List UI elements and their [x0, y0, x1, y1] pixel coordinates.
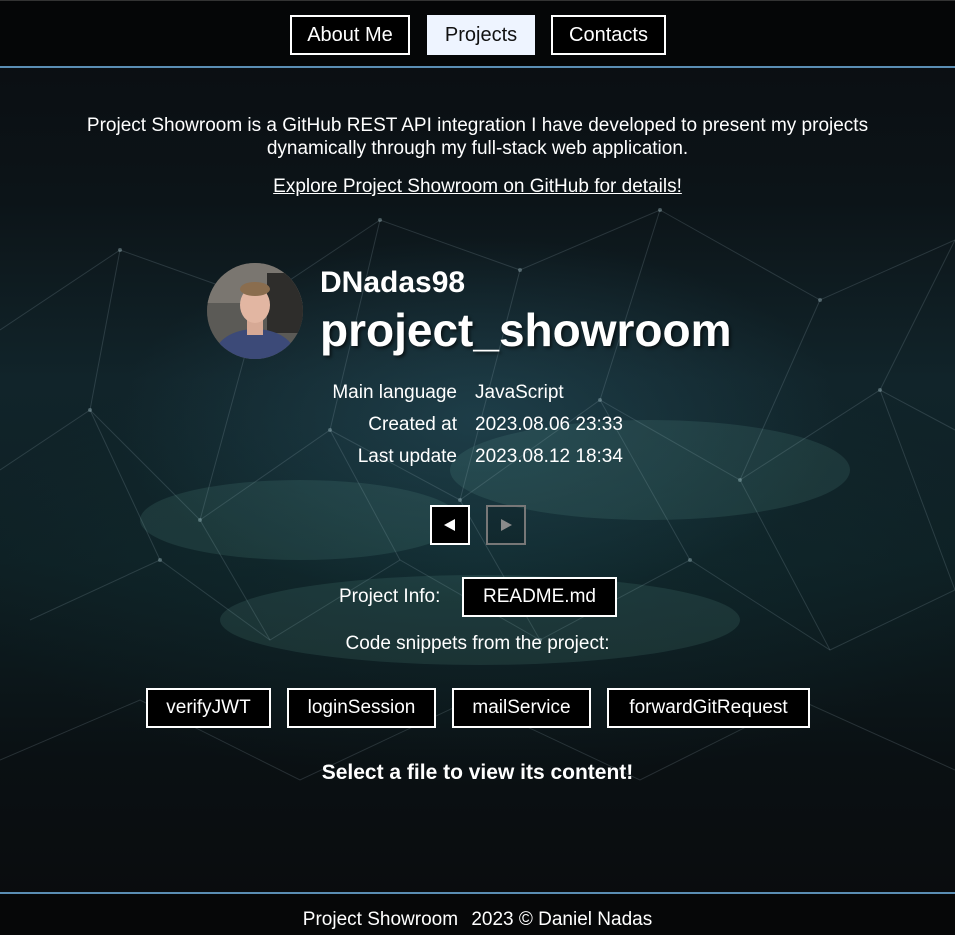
- intro-description: Project Showroom is a GitHub REST API in…: [86, 115, 869, 159]
- file-mailservice-button[interactable]: mailService: [452, 688, 591, 728]
- detail-value: JavaScript: [475, 382, 564, 403]
- triangle-right-icon: [501, 519, 512, 531]
- repo-name-title: project_showroom: [320, 304, 732, 356]
- repo-owner-name: DNadas98: [320, 266, 466, 299]
- detail-value: 2023.08.12 18:34: [475, 446, 623, 467]
- github-repo-link[interactable]: Explore Project Showroom on GitHub for d…: [0, 176, 955, 198]
- footer: Project Showroom 2023 © Daniel Nadas: [0, 892, 955, 935]
- next-project-button[interactable]: [486, 505, 526, 545]
- select-file-message: Select a file to view its content!: [321, 761, 634, 784]
- code-snippets-label: Code snippets from the project:: [345, 633, 610, 654]
- project-info-label: Project Info:: [339, 586, 441, 607]
- readme-button[interactable]: README.md: [462, 577, 617, 617]
- triangle-left-icon: [444, 519, 455, 531]
- detail-key: Created at: [368, 414, 457, 435]
- detail-value: 2023.08.06 23:33: [475, 414, 623, 435]
- top-navigation-bar: About Me Projects Contacts: [0, 0, 955, 68]
- file-forwardgitrequest-button[interactable]: forwardGitRequest: [607, 688, 810, 728]
- main-content: Project Showroom is a GitHub REST API in…: [0, 0, 955, 935]
- detail-key: Last update: [357, 446, 457, 467]
- file-loginsession-button[interactable]: loginSession: [287, 688, 436, 728]
- detail-key: Main language: [332, 382, 457, 403]
- previous-project-button[interactable]: [430, 505, 470, 545]
- nav-contacts-button[interactable]: Contacts: [551, 15, 666, 55]
- nav-about-me-button[interactable]: About Me: [290, 15, 410, 55]
- nav-projects-button[interactable]: Projects: [427, 15, 535, 55]
- footer-copyright: 2023 © Daniel Nadas: [471, 909, 653, 930]
- file-verifyjwt-button[interactable]: verifyJWT: [146, 688, 271, 728]
- avatar: [207, 263, 303, 359]
- footer-title: Project Showroom: [302, 909, 459, 930]
